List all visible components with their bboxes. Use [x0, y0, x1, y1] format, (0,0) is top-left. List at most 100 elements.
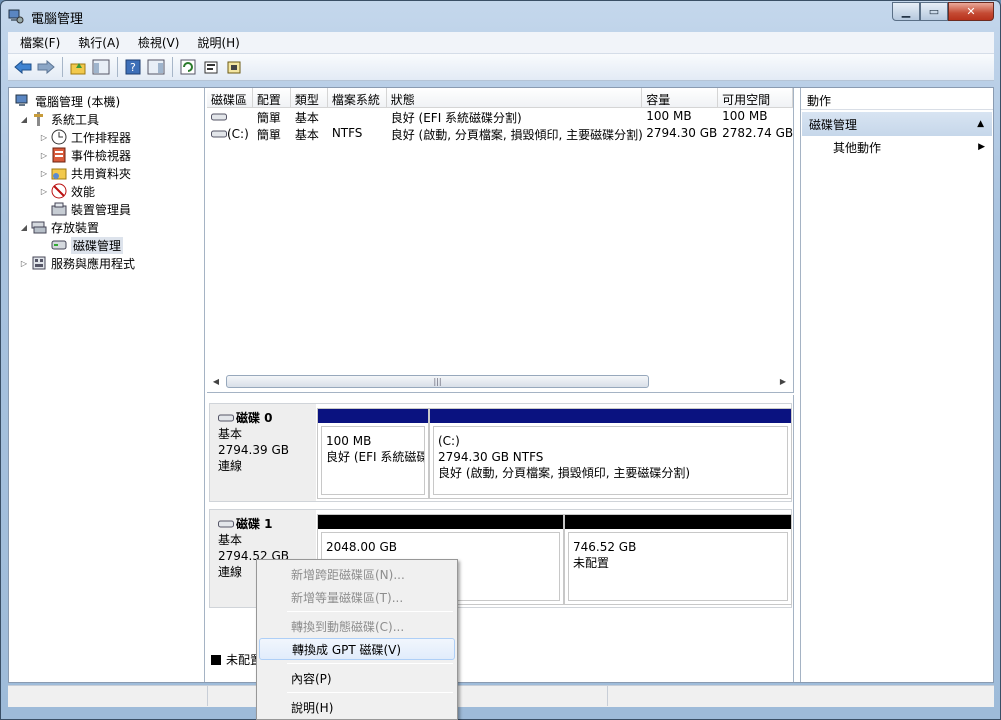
volume-free: 100 MB	[722, 109, 768, 123]
collapsed-arrow-icon[interactable]: ▷	[39, 150, 49, 160]
column-header-status[interactable]: 狀態	[387, 88, 643, 107]
back-button[interactable]	[12, 56, 34, 78]
close-button[interactable]: ✕	[948, 2, 994, 21]
tree-item-shared-folders[interactable]: ▷ 共用資料夾	[9, 164, 204, 182]
scroll-left-icon[interactable]: ◀	[209, 375, 223, 388]
disk-0-label[interactable]: 磁碟 0 基本 2794.39 GB 連線	[210, 404, 316, 501]
collapsed-arrow-icon[interactable]: ▷	[19, 258, 29, 268]
tree-item-task-scheduler[interactable]: ▷ 工作排程器	[9, 128, 204, 146]
help-button[interactable]: ?	[122, 56, 144, 78]
tree-item-performance[interactable]: ▷ 效能	[9, 182, 204, 200]
scroll-thumb[interactable]: |||	[226, 375, 649, 388]
minimize-icon: ▁	[901, 5, 911, 18]
menu-file[interactable]: 檔案(F)	[14, 34, 66, 51]
expanded-arrow-icon[interactable]: ◢	[19, 222, 29, 232]
actions-section-disk-management[interactable]: 磁碟管理 ▲	[802, 112, 992, 136]
horizontal-scrollbar[interactable]: ◀ ||| ▶	[207, 373, 792, 390]
menu-view[interactable]: 檢視(V)	[132, 34, 186, 51]
menu-item-new-striped-volume[interactable]: 新增等量磁碟區(T)...	[259, 586, 455, 608]
collapse-up-icon[interactable]: ▲	[977, 119, 984, 129]
refresh-button[interactable]	[177, 56, 199, 78]
tree-item-root[interactable]: 電腦管理 (本機)	[9, 92, 204, 110]
show-hide-tree-button[interactable]	[90, 56, 112, 78]
disk-settings-icon	[227, 61, 241, 74]
refresh-icon	[180, 59, 196, 75]
maximize-button[interactable]: ▭	[920, 2, 948, 21]
services-icon	[31, 255, 47, 271]
collapsed-arrow-icon[interactable]: ▷	[39, 186, 49, 196]
disk-settings-button[interactable]	[223, 56, 245, 78]
disk-type: 基本	[218, 427, 243, 441]
column-header-type[interactable]: 類型	[291, 88, 328, 107]
partition-bar	[318, 409, 428, 423]
legend: 未配置	[211, 651, 262, 668]
disk-type: 基本	[218, 533, 243, 547]
partition-c[interactable]: (C:) 2794.30 GB NTFS 良好 (啟動, 分頁檔案, 損毀傾印,…	[429, 408, 792, 499]
column-header-capacity[interactable]: 容量	[642, 88, 719, 107]
collapsed-arrow-icon[interactable]: ▷	[39, 132, 49, 142]
actions-section-label: 磁碟管理	[809, 117, 858, 132]
computer-icon	[15, 93, 31, 109]
partition-bar	[565, 515, 791, 529]
menu-action[interactable]: 執行(A)	[72, 34, 126, 51]
event-viewer-icon	[51, 147, 67, 163]
scroll-track[interactable]: |||	[224, 375, 775, 388]
tree-item-device-manager[interactable]: 裝置管理員	[9, 200, 204, 218]
disk-icon	[218, 414, 234, 422]
tree-item-services[interactable]: ▷ 服務與應用程式	[9, 254, 204, 272]
show-hide-action-pane-button[interactable]	[145, 56, 167, 78]
maximize-icon: ▭	[928, 5, 940, 18]
help-icon: ?	[125, 59, 141, 75]
menu-separator	[287, 611, 453, 612]
title-bar[interactable]: 電腦管理 ▁ ▭ ✕	[1, 1, 1000, 31]
menu-item-new-spanned-volume[interactable]: 新增跨距磁碟區(N)...	[259, 563, 455, 585]
window-title: 電腦管理	[31, 12, 84, 27]
column-header-layout[interactable]: 配置	[253, 88, 291, 107]
properties-button[interactable]	[200, 56, 222, 78]
tree-item-disk-management[interactable]: 磁碟管理	[9, 236, 204, 254]
menu-help[interactable]: 說明(H)	[191, 34, 245, 51]
collapsed-arrow-icon[interactable]: ▷	[39, 168, 49, 178]
partition-bar	[430, 409, 791, 423]
menu-item-help[interactable]: 說明(H)	[259, 696, 455, 718]
properties-icon	[204, 61, 218, 74]
up-folder-button[interactable]	[67, 56, 89, 78]
volume-fs	[328, 108, 387, 125]
action-more-actions[interactable]: 其他動作 ▶	[801, 136, 993, 158]
forward-button[interactable]	[35, 56, 57, 78]
disk-name: 磁碟 1	[236, 517, 273, 531]
tree-item-system-tools[interactable]: ◢ 系統工具	[9, 110, 204, 128]
menu-separator	[287, 663, 453, 664]
volume-type: 基本	[294, 111, 319, 125]
console-tree: 電腦管理 (本機) ◢ 系統工具 ▷ 工作排程器 ▷ 事件檢視器 ▷ 共用資料夾	[9, 88, 205, 682]
disk-icon	[218, 520, 234, 528]
volume-name: (C:)	[227, 126, 249, 141]
scroll-right-icon[interactable]: ▶	[776, 375, 790, 388]
partition-efi[interactable]: 100 MB 良好 (EFI 系統磁碟	[317, 408, 429, 499]
menu-item-properties[interactable]: 內容(P)	[259, 667, 455, 689]
column-header-free-space[interactable]: 可用空間	[718, 88, 793, 107]
minimize-button[interactable]: ▁	[892, 2, 920, 21]
menu-item-convert-gpt[interactable]: 轉換成 GPT 磁碟(V)	[259, 638, 455, 660]
close-icon: ✕	[966, 5, 976, 18]
volume-status: 良好 (EFI 系統磁碟分割)	[390, 111, 522, 125]
volume-row[interactable]: (C:) 簡單 基本 NTFS 良好 (啟動, 分頁檔案, 損毀傾印, 主要磁碟…	[207, 125, 793, 142]
submenu-arrow-icon: ▶	[978, 142, 985, 152]
menu-item-convert-dynamic[interactable]: 轉換到動態磁碟(C)...	[259, 615, 455, 637]
clock-icon	[51, 129, 67, 145]
volume-row[interactable]: 簡單 基本 良好 (EFI 系統磁碟分割) 100 MB 100 MB	[207, 108, 793, 125]
column-header-volume[interactable]: 磁碟區	[207, 88, 253, 107]
disk-management-icon	[51, 237, 67, 253]
volume-capacity: 100 MB	[646, 109, 692, 123]
disk-0[interactable]: 磁碟 0 基本 2794.39 GB 連線 100 MB 良好 (EFI 系統磁…	[209, 403, 792, 502]
grip-icon: |||	[433, 377, 442, 386]
partition-unallocated-2[interactable]: 746.52 GB 未配置	[564, 514, 792, 605]
device-manager-icon	[51, 201, 67, 217]
storage-icon	[31, 219, 47, 235]
column-header-filesystem[interactable]: 檔案系統	[328, 88, 387, 107]
volume-free: 2782.74 GB	[722, 126, 793, 140]
tree-item-storage[interactable]: ◢ 存放裝置	[9, 218, 204, 236]
partition-size: 2048.00 GB	[326, 540, 397, 554]
tree-item-event-viewer[interactable]: ▷ 事件檢視器	[9, 146, 204, 164]
expanded-arrow-icon[interactable]: ◢	[19, 114, 29, 124]
